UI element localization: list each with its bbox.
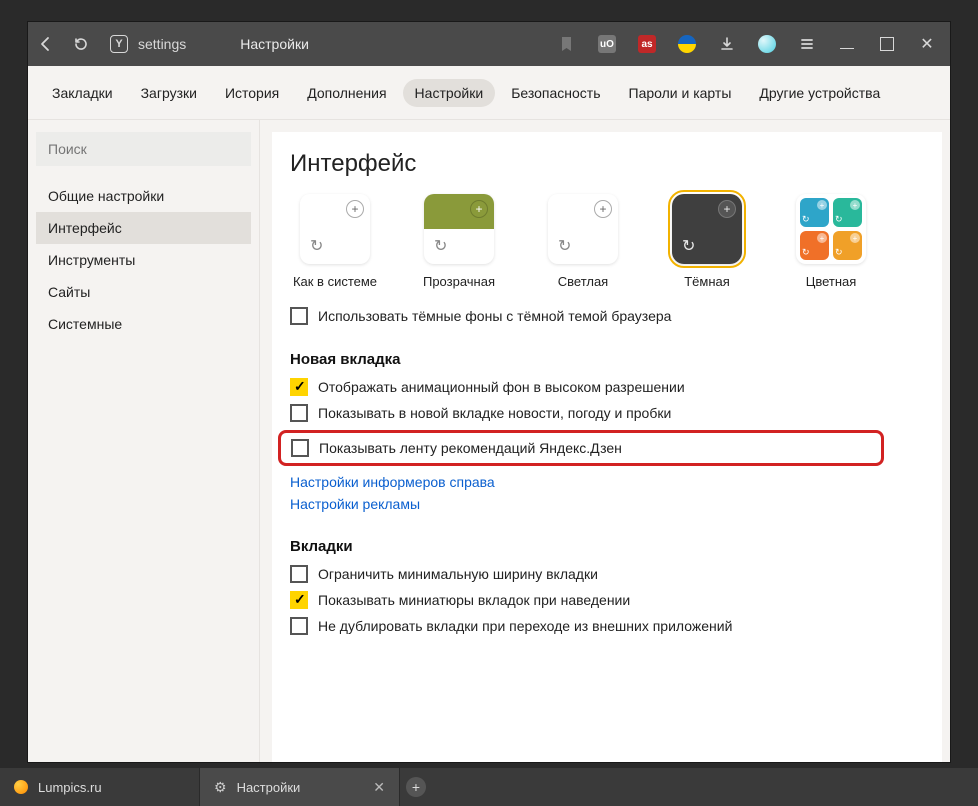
plus-icon: +	[470, 200, 488, 218]
check-label: Показывать миниатюры вкладок при наведен…	[318, 592, 630, 608]
browser-tabstrip: Lumpics.ru ⚙ Настройки ✕ +	[0, 768, 978, 806]
new-tab-button[interactable]: +	[400, 768, 432, 806]
theme-label: Прозрачная	[423, 274, 495, 289]
theme-transparent[interactable]: + ↻ Прозрачная	[414, 194, 504, 289]
back-button[interactable]	[28, 36, 64, 52]
checkbox-icon[interactable]	[290, 591, 308, 609]
sidebar-item-general[interactable]: Общие настройки	[36, 180, 251, 212]
reload-icon: ↻	[682, 236, 695, 256]
tab-label: Настройки	[237, 780, 301, 795]
checkbox-icon[interactable]	[290, 378, 308, 396]
gear-icon: ⚙	[214, 779, 227, 796]
plus-icon: +	[406, 777, 426, 797]
plus-icon: +	[718, 200, 736, 218]
settings-sidebar: Общие настройки Интерфейс Инструменты Са…	[28, 120, 260, 762]
close-icon[interactable]: ✕	[373, 779, 385, 796]
sidebar-item-sites[interactable]: Сайты	[36, 276, 251, 308]
address-bar[interactable]: Y settings Настройки	[110, 35, 309, 53]
theme-colored[interactable]: +↻ +↻ +↻ +↻ Цветная	[786, 194, 876, 289]
link-ads[interactable]: Настройки рекламы	[290, 496, 924, 512]
check-anim-bg[interactable]: Отображать анимационный фон в высоком ра…	[290, 378, 924, 396]
tab-devices[interactable]: Другие устройства	[747, 79, 892, 107]
titlebar-right: uO as ✕	[558, 35, 950, 53]
titlebar: Y settings Настройки uO as ✕	[28, 22, 950, 66]
plus-icon: +	[346, 200, 364, 218]
tab-security[interactable]: Безопасность	[499, 79, 612, 107]
search-input[interactable]	[36, 132, 251, 166]
theme-light[interactable]: + ↻ Светлая	[538, 194, 628, 289]
check-label: Использовать тёмные фоны с тёмной темой …	[318, 308, 671, 324]
link-informers[interactable]: Настройки информеров справа	[290, 474, 924, 490]
ublock-icon[interactable]: uO	[598, 35, 616, 53]
check-label: Ограничить минимальную ширину вкладки	[318, 566, 598, 582]
theme-system[interactable]: + ↻ Как в системе	[290, 194, 380, 289]
theme-picker: + ↻ Как в системе + ↻ Прозрачная + ↻ Светла…	[290, 194, 924, 289]
check-zen-feed[interactable]: Показывать ленту рекомендаций Яндекс.Дзе…	[278, 430, 884, 466]
yandex-icon: Y	[110, 35, 128, 53]
settings-content: Общие настройки Интерфейс Инструменты Са…	[28, 120, 950, 762]
check-label: Отображать анимационный фон в высоком ра…	[318, 379, 685, 395]
theme-label: Как в системе	[293, 274, 377, 289]
sidebar-item-interface[interactable]: Интерфейс	[36, 212, 251, 244]
tab-history[interactable]: История	[213, 79, 291, 107]
tab-bookmarks[interactable]: Закладки	[40, 79, 125, 107]
sidebar-item-system[interactable]: Системные	[36, 308, 251, 340]
plus-icon: +	[594, 200, 612, 218]
menu-icon[interactable]	[798, 35, 816, 53]
settings-topnav: Закладки Загрузки История Дополнения Нас…	[28, 66, 950, 120]
lumpics-icon	[14, 780, 28, 794]
checkbox-icon[interactable]	[290, 617, 308, 635]
check-news-weather[interactable]: Показывать в новой вкладке новости, пого…	[290, 404, 924, 422]
checkbox-icon[interactable]	[290, 307, 308, 325]
tab-label: Lumpics.ru	[38, 780, 102, 795]
check-no-dup-tabs[interactable]: Не дублировать вкладки при переходе из в…	[290, 617, 924, 635]
page-heading: Интерфейс	[290, 150, 924, 178]
ukraine-icon[interactable]	[678, 35, 696, 53]
check-label: Показывать в новой вкладке новости, пого…	[318, 405, 671, 421]
sidebar-list: Общие настройки Интерфейс Инструменты Са…	[36, 180, 251, 340]
theme-dark[interactable]: + ↻ Тёмная	[662, 194, 752, 289]
address-host: settings	[138, 36, 186, 52]
lastfm-icon[interactable]: as	[638, 35, 656, 53]
check-label: Показывать ленту рекомендаций Яндекс.Дзе…	[319, 440, 622, 456]
reload-icon: ↻	[558, 236, 571, 256]
tab-settings[interactable]: Настройки	[403, 79, 496, 107]
bookmark-icon[interactable]	[558, 35, 576, 53]
theme-label: Цветная	[806, 274, 857, 289]
settings-main[interactable]: Интерфейс + ↻ Как в системе + ↻ Прозрачная…	[272, 132, 942, 762]
minimize-button[interactable]	[838, 35, 856, 53]
theme-label: Светлая	[558, 274, 608, 289]
checkbox-icon[interactable]	[290, 565, 308, 583]
section-title-newtab: Новая вкладка	[290, 351, 924, 368]
checkbox-icon[interactable]	[290, 404, 308, 422]
theme-label: Тёмная	[684, 274, 730, 289]
address-page-title: Настройки	[240, 36, 309, 52]
tab-downloads[interactable]: Загрузки	[129, 79, 209, 107]
reload-icon: ↻	[310, 236, 323, 256]
maximize-button[interactable]	[878, 35, 896, 53]
tab-lumpics[interactable]: Lumpics.ru	[0, 768, 200, 806]
check-min-tab-width[interactable]: Ограничить минимальную ширину вкладки	[290, 565, 924, 583]
check-dark-bg[interactable]: Использовать тёмные фоны с тёмной темой …	[290, 307, 924, 325]
reload-button[interactable]	[64, 36, 98, 52]
tab-addons[interactable]: Дополнения	[295, 79, 398, 107]
browser-window: Y settings Настройки uO as ✕ Закладки За	[28, 22, 950, 762]
checkbox-icon[interactable]	[291, 439, 309, 457]
sidebar-item-tools[interactable]: Инструменты	[36, 244, 251, 276]
tab-passwords[interactable]: Пароли и карты	[617, 79, 744, 107]
section-title-tabs: Вкладки	[290, 538, 924, 555]
close-button[interactable]: ✕	[918, 35, 936, 53]
check-tab-thumbs[interactable]: Показывать миниатюры вкладок при наведен…	[290, 591, 924, 609]
download-icon[interactable]	[718, 35, 736, 53]
tab-settings-bottom[interactable]: ⚙ Настройки ✕	[200, 768, 400, 806]
reload-icon: ↻	[434, 236, 447, 256]
weather-icon[interactable]	[758, 35, 776, 53]
check-label: Не дублировать вкладки при переходе из в…	[318, 618, 732, 634]
